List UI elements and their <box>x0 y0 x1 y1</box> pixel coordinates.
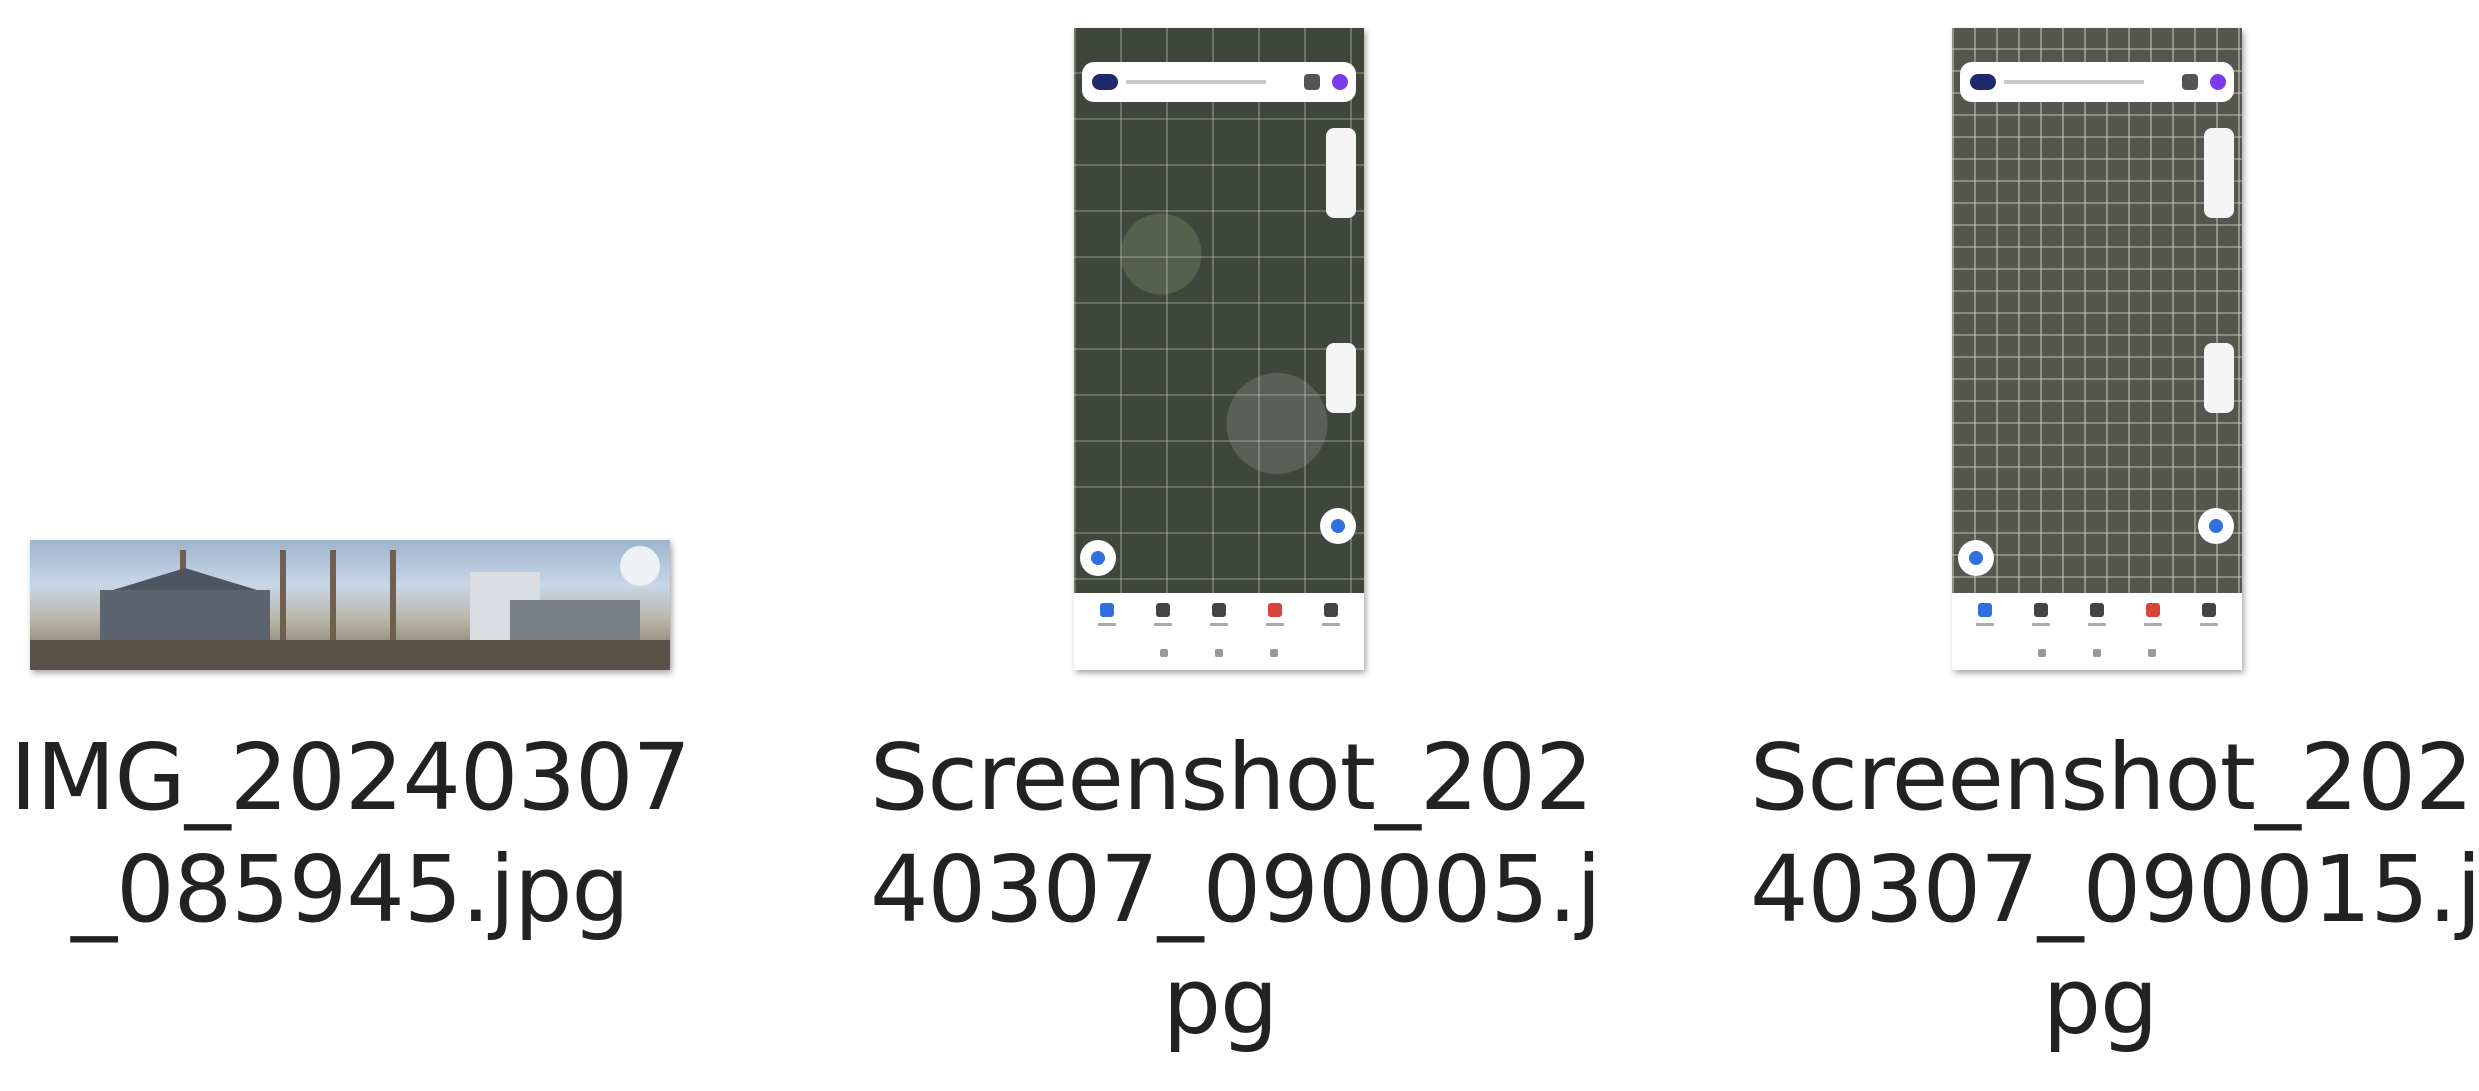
file-item-screenshot-090005[interactable]: Screenshot_202 40307_090005.j pg <box>870 0 1602 1091</box>
file-name-label: IMG_20240307 _085945.jpg <box>9 724 691 943</box>
panorama-thumbnail-icon <box>30 540 670 670</box>
file-item-screenshot-090015[interactable]: Screenshot_202 40307_090015.j pg <box>1750 0 2479 1091</box>
file-item-img-20240307-085945[interactable]: IMG_20240307 _085945.jpg <box>0 0 700 1091</box>
map-screenshot-thumbnail-icon <box>1074 28 1364 670</box>
file-name-label: Screenshot_202 40307_090015.j pg <box>1750 724 2479 1055</box>
map-screenshot-thumbnail-icon <box>1952 28 2242 670</box>
file-name-label: Screenshot_202 40307_090005.j pg <box>870 724 1602 1055</box>
